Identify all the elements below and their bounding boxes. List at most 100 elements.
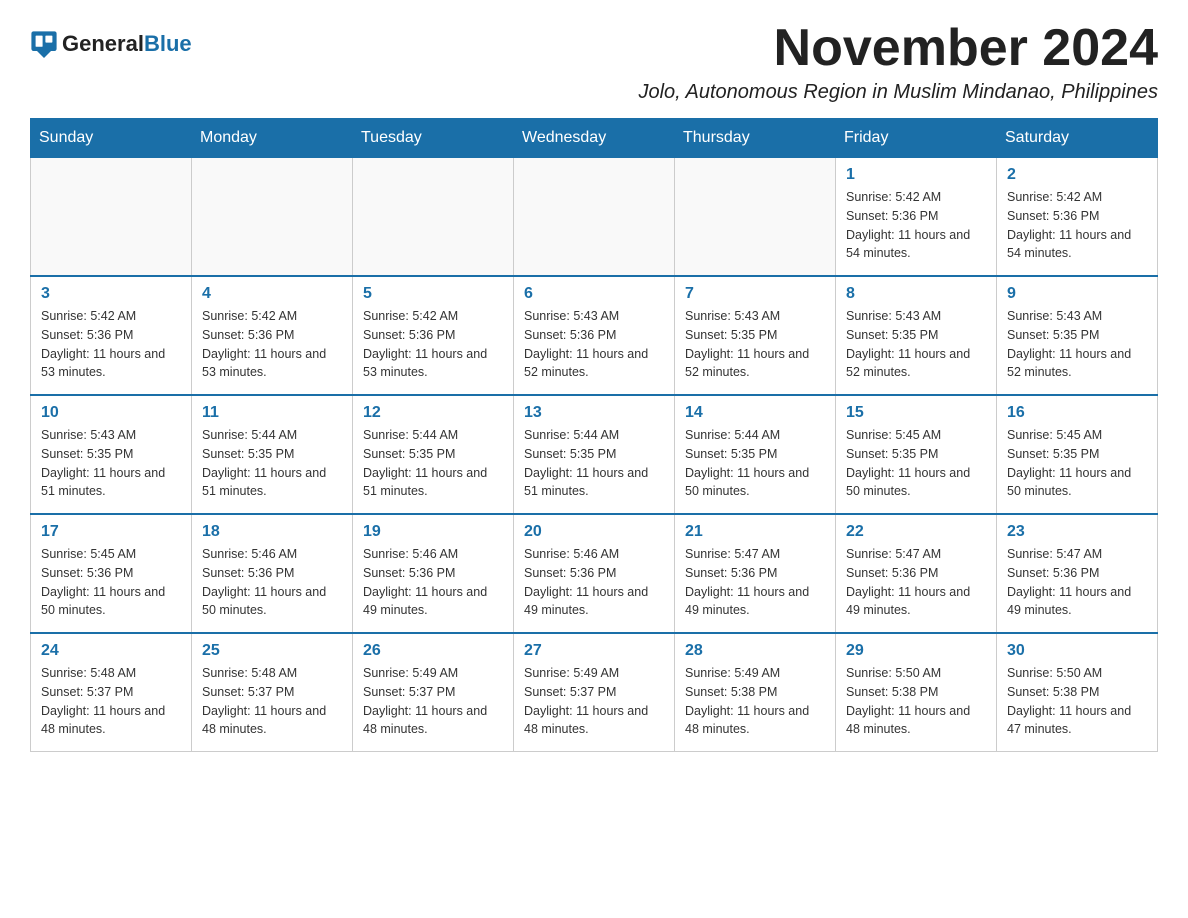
day-info: Sunrise: 5:49 AMSunset: 5:38 PMDaylight:… xyxy=(685,664,825,739)
calendar-cell xyxy=(192,158,353,277)
day-info: Sunrise: 5:48 AMSunset: 5:37 PMDaylight:… xyxy=(41,664,181,739)
day-info: Sunrise: 5:44 AMSunset: 5:35 PMDaylight:… xyxy=(685,426,825,501)
day-number: 8 xyxy=(846,285,986,303)
day-header-monday: Monday xyxy=(192,119,353,158)
day-info: Sunrise: 5:45 AMSunset: 5:35 PMDaylight:… xyxy=(1007,426,1147,501)
calendar-cell: 22 Sunrise: 5:47 AMSunset: 5:36 PMDayligh… xyxy=(836,514,997,633)
day-info: Sunrise: 5:42 AMSunset: 5:36 PMDaylight:… xyxy=(846,188,986,263)
day-info: Sunrise: 5:43 AMSunset: 5:35 PMDaylight:… xyxy=(41,426,181,501)
day-number: 6 xyxy=(524,285,664,303)
calendar-cell: 19Sunrise: 5:46 AMSunset: 5:36 PMDayligh… xyxy=(353,514,514,633)
calendar-table: SundayMondayTuesdayWednesdayThursdayFrid… xyxy=(30,118,1158,752)
day-info: Sunrise: 5:46 AMSunset: 5:36 PMDaylight:… xyxy=(363,545,503,620)
calendar-cell: 28 Sunrise: 5:49 AMSunset: 5:38 PMDayligh… xyxy=(675,633,836,752)
calendar-cell: 9 Sunrise: 5:43 AMSunset: 5:35 PMDaylight… xyxy=(997,276,1158,395)
calendar-cell xyxy=(514,158,675,277)
calendar-cell: 10 Sunrise: 5:43 AMSunset: 5:35 PMDayligh… xyxy=(31,395,192,514)
day-number: 21 xyxy=(685,523,825,541)
calendar-week-4: 17 Sunrise: 5:45 AMSunset: 5:36 PMDayligh… xyxy=(31,514,1158,633)
day-info: Sunrise: 5:49 AMSunset: 5:37 PMDaylight:… xyxy=(524,664,664,739)
day-info: Sunrise: 5:47 AMSunset: 5:36 PMDaylight:… xyxy=(685,545,825,620)
calendar-header: SundayMondayTuesdayWednesdayThursdayFrid… xyxy=(31,119,1158,158)
calendar-cell: 25Sunrise: 5:48 AMSunset: 5:37 PMDayligh… xyxy=(192,633,353,752)
day-info: Sunrise: 5:43 AMSunset: 5:36 PMDaylight:… xyxy=(524,307,664,382)
day-info: Sunrise: 5:43 AMSunset: 5:35 PMDaylight:… xyxy=(685,307,825,382)
day-number: 28 xyxy=(685,642,825,660)
logo-icon xyxy=(30,30,58,58)
calendar-cell: 12 Sunrise: 5:44 AMSunset: 5:35 PMDayligh… xyxy=(353,395,514,514)
day-number: 22 xyxy=(846,523,986,541)
day-info: Sunrise: 5:50 AMSunset: 5:38 PMDaylight:… xyxy=(846,664,986,739)
day-header-thursday: Thursday xyxy=(675,119,836,158)
day-number: 5 xyxy=(363,285,503,303)
day-info: Sunrise: 5:49 AMSunset: 5:37 PMDaylight:… xyxy=(363,664,503,739)
calendar-cell: 18 Sunrise: 5:46 AMSunset: 5:36 PMDayligh… xyxy=(192,514,353,633)
day-number: 9 xyxy=(1007,285,1147,303)
calendar-cell: 24 Sunrise: 5:48 AMSunset: 5:37 PMDayligh… xyxy=(31,633,192,752)
calendar-week-2: 3Sunrise: 5:42 AMSunset: 5:36 PMDaylight… xyxy=(31,276,1158,395)
day-number: 7 xyxy=(685,285,825,303)
day-number: 10 xyxy=(41,404,181,422)
day-number: 2 xyxy=(1007,166,1147,184)
calendar-cell: 8 Sunrise: 5:43 AMSunset: 5:35 PMDaylight… xyxy=(836,276,997,395)
logo: GeneralBlue xyxy=(30,30,192,58)
calendar-week-3: 10 Sunrise: 5:43 AMSunset: 5:35 PMDayligh… xyxy=(31,395,1158,514)
day-number: 27 xyxy=(524,642,664,660)
day-info: Sunrise: 5:44 AMSunset: 5:35 PMDaylight:… xyxy=(363,426,503,501)
calendar-body: 1 Sunrise: 5:42 AMSunset: 5:36 PMDaylight… xyxy=(31,158,1158,752)
day-info: Sunrise: 5:46 AMSunset: 5:36 PMDaylight:… xyxy=(202,545,342,620)
day-info: Sunrise: 5:42 AMSunset: 5:36 PMDaylight:… xyxy=(202,307,342,382)
day-info: Sunrise: 5:43 AMSunset: 5:35 PMDaylight:… xyxy=(1007,307,1147,382)
day-info: Sunrise: 5:42 AMSunset: 5:36 PMDaylight:… xyxy=(363,307,503,382)
calendar-cell: 30Sunrise: 5:50 AMSunset: 5:38 PMDayligh… xyxy=(997,633,1158,752)
day-header-wednesday: Wednesday xyxy=(514,119,675,158)
calendar-cell: 4 Sunrise: 5:42 AMSunset: 5:36 PMDaylight… xyxy=(192,276,353,395)
calendar-cell: 23 Sunrise: 5:47 AMSunset: 5:36 PMDayligh… xyxy=(997,514,1158,633)
calendar-week-5: 24 Sunrise: 5:48 AMSunset: 5:37 PMDayligh… xyxy=(31,633,1158,752)
day-number: 13 xyxy=(524,404,664,422)
day-number: 17 xyxy=(41,523,181,541)
calendar-cell: 20Sunrise: 5:46 AMSunset: 5:36 PMDayligh… xyxy=(514,514,675,633)
day-number: 24 xyxy=(41,642,181,660)
calendar-week-1: 1 Sunrise: 5:42 AMSunset: 5:36 PMDaylight… xyxy=(31,158,1158,277)
day-info: Sunrise: 5:47 AMSunset: 5:36 PMDaylight:… xyxy=(1007,545,1147,620)
day-info: Sunrise: 5:44 AMSunset: 5:35 PMDaylight:… xyxy=(524,426,664,501)
title-block: November 2024 Jolo, Autonomous Region in… xyxy=(638,20,1158,104)
calendar-cell: 1 Sunrise: 5:42 AMSunset: 5:36 PMDaylight… xyxy=(836,158,997,277)
day-number: 14 xyxy=(685,404,825,422)
day-info: Sunrise: 5:42 AMSunset: 5:36 PMDaylight:… xyxy=(1007,188,1147,263)
logo-text-general: General xyxy=(62,31,144,56)
calendar-cell: 13 Sunrise: 5:44 AMSunset: 5:35 PMDayligh… xyxy=(514,395,675,514)
day-info: Sunrise: 5:45 AMSunset: 5:36 PMDaylight:… xyxy=(41,545,181,620)
day-number: 20 xyxy=(524,523,664,541)
day-number: 11 xyxy=(202,404,342,422)
day-number: 23 xyxy=(1007,523,1147,541)
calendar-cell xyxy=(353,158,514,277)
calendar-cell: 14 Sunrise: 5:44 AMSunset: 5:35 PMDayligh… xyxy=(675,395,836,514)
calendar-cell: 3Sunrise: 5:42 AMSunset: 5:36 PMDaylight… xyxy=(31,276,192,395)
day-header-tuesday: Tuesday xyxy=(353,119,514,158)
calendar-cell: 2 Sunrise: 5:42 AMSunset: 5:36 PMDaylight… xyxy=(997,158,1158,277)
calendar-cell: 21 Sunrise: 5:47 AMSunset: 5:36 PMDayligh… xyxy=(675,514,836,633)
calendar-subtitle: Jolo, Autonomous Region in Muslim Mindan… xyxy=(638,81,1158,104)
calendar-cell: 27 Sunrise: 5:49 AMSunset: 5:37 PMDayligh… xyxy=(514,633,675,752)
day-number: 26 xyxy=(363,642,503,660)
day-header-saturday: Saturday xyxy=(997,119,1158,158)
day-info: Sunrise: 5:47 AMSunset: 5:36 PMDaylight:… xyxy=(846,545,986,620)
day-number: 16 xyxy=(1007,404,1147,422)
day-header-friday: Friday xyxy=(836,119,997,158)
calendar-title: November 2024 xyxy=(638,20,1158,77)
day-number: 12 xyxy=(363,404,503,422)
day-info: Sunrise: 5:43 AMSunset: 5:35 PMDaylight:… xyxy=(846,307,986,382)
calendar-cell xyxy=(31,158,192,277)
day-number: 18 xyxy=(202,523,342,541)
calendar-cell: 11Sunrise: 5:44 AMSunset: 5:35 PMDayligh… xyxy=(192,395,353,514)
day-number: 4 xyxy=(202,285,342,303)
calendar-cell: 15Sunrise: 5:45 AMSunset: 5:35 PMDayligh… xyxy=(836,395,997,514)
day-number: 15 xyxy=(846,404,986,422)
day-info: Sunrise: 5:42 AMSunset: 5:36 PMDaylight:… xyxy=(41,307,181,382)
day-info: Sunrise: 5:50 AMSunset: 5:38 PMDaylight:… xyxy=(1007,664,1147,739)
calendar-cell: 5 Sunrise: 5:42 AMSunset: 5:36 PMDaylight… xyxy=(353,276,514,395)
calendar-cell: 16 Sunrise: 5:45 AMSunset: 5:35 PMDayligh… xyxy=(997,395,1158,514)
day-number: 1 xyxy=(846,166,986,184)
